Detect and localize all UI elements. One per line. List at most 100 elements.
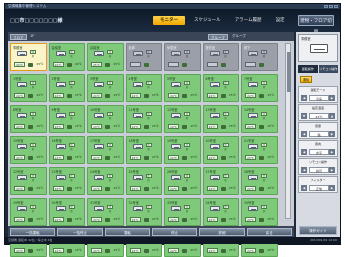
fan-prev-icon[interactable]: ◀: [301, 131, 307, 137]
unit-card[interactable]: 4号室 冷房 24℃ 25℃: [125, 74, 162, 102]
unit-card[interactable]: 3号室 冷房 24℃ 25℃: [87, 74, 124, 102]
air-conditioner-icon: [248, 113, 258, 118]
unit-card[interactable]: 21号室 冷房 24℃ 25℃: [241, 136, 278, 164]
air-conditioner-icon: [171, 51, 181, 56]
tab-schedule[interactable]: スケジュール: [189, 16, 226, 25]
tab-operation[interactable]: 運転操作: [298, 65, 318, 73]
unit-card[interactable]: 29号室 冷房 24℃ 25℃: [10, 198, 47, 226]
floor-button[interactable]: フロア: [10, 33, 27, 40]
unit-card[interactable]: 19号室 冷房 24℃ 25℃: [164, 136, 201, 164]
unit-card[interactable]: 26号室 冷房 24℃ 25℃: [164, 167, 201, 195]
air-conditioner-icon: [209, 144, 220, 149]
unit-card[interactable]: 更衣室 冷房: [202, 43, 239, 71]
unit-card[interactable]: 会議室 冷房 24℃ 26℃: [48, 43, 85, 71]
status-clock: 2013/01/01 12:00: [310, 238, 337, 242]
setpoint-badge: 24℃: [14, 217, 25, 222]
minimize-icon[interactable]: [324, 5, 328, 8]
operation-guide-button[interactable]: 操作ガイド: [299, 226, 337, 235]
louver-next-icon[interactable]: ▶: [329, 149, 335, 155]
unit-card[interactable]: 34号室 冷房 24℃ 25℃: [202, 198, 239, 226]
unit-card[interactable]: 13号室 冷房 24℃ 25℃: [202, 105, 239, 133]
fan-next-icon[interactable]: ▶: [329, 131, 335, 137]
setpoint-down-icon[interactable]: ▼: [301, 113, 307, 119]
mode-next-icon[interactable]: ▶: [329, 95, 335, 101]
unit-card[interactable]: 6号室 冷房 24℃ 25℃: [202, 74, 239, 102]
unit-card[interactable]: 11号室 冷房 24℃ 25℃: [125, 105, 162, 133]
status-bar: 空調機 運転中 42台 / 停止中 4台 2013/01/01 12:00: [5, 237, 340, 244]
unit-card[interactable]: 事務室 冷房 24℃ 25℃: [10, 43, 47, 71]
setpoint-badge: 24℃: [91, 217, 102, 222]
unit-card[interactable]: 12号室 冷房 24℃ 25℃: [164, 105, 201, 133]
fan-icon: [259, 63, 264, 67]
remote-next-icon[interactable]: ▶: [329, 167, 335, 173]
grid-scrollbar[interactable]: [285, 43, 291, 219]
unit-card[interactable]: 応接室 冷房 25℃ 25℃: [87, 43, 124, 71]
unit-card[interactable]: 17号室 冷房 24℃ 25℃: [87, 136, 124, 164]
unit-card[interactable]: 33号室 冷房 24℃ 25℃: [164, 198, 201, 226]
louver-prev-icon[interactable]: ◀: [301, 149, 307, 155]
unit-card[interactable]: 2号室 冷房 24℃ 25℃: [48, 74, 85, 102]
unit-card[interactable]: 25号室 冷房 24℃ 25℃: [125, 167, 162, 195]
unit-card[interactable]: 18号室 冷房 24℃ 25℃: [125, 136, 162, 164]
room-temp: 25℃: [190, 217, 198, 221]
fan-control: 風量 ◀ 強 ▶: [298, 122, 338, 139]
unit-card[interactable]: 30号室 冷房 24℃ 25℃: [48, 198, 85, 226]
unit-card[interactable]: 15号室 冷房 24℃ 25℃: [10, 136, 47, 164]
main-tabs: モニター スケジュール アラーム履歴 設定: [153, 16, 290, 25]
mode-badge: 冷房: [107, 50, 113, 58]
unit-card[interactable]: 8号室 冷房 24℃ 25℃: [10, 105, 47, 133]
filter-prev-icon[interactable]: ◀: [301, 185, 307, 191]
setpoint-label: 設定温度: [311, 106, 324, 110]
room-temp: 26℃: [74, 62, 82, 66]
scrollbar-thumb[interactable]: [286, 52, 291, 92]
unit-name: 25号室: [128, 170, 139, 174]
unit-card[interactable]: 22号室 冷房 24℃ 25℃: [10, 167, 47, 195]
all-off-button[interactable]: 一括停止: [57, 228, 103, 236]
tab-monitor[interactable]: モニター: [153, 16, 185, 25]
tab-remote[interactable]: リモコン操作: [318, 65, 338, 73]
unit-card[interactable]: 5号室 冷房 24℃ 25℃: [164, 74, 201, 102]
unit-card[interactable]: 24号室 冷房 24℃ 25℃: [87, 167, 124, 195]
unit-name: 5号室: [167, 77, 176, 81]
unit-card[interactable]: 23号室 冷房 24℃ 25℃: [48, 167, 85, 195]
unit-card[interactable]: 32号室 冷房 24℃ 25℃: [125, 198, 162, 226]
tab-alarm-history[interactable]: アラーム履歴: [230, 16, 267, 25]
filter-next-icon[interactable]: ▶: [329, 185, 335, 191]
unit-card[interactable]: 35号室 冷房 24℃ 25℃: [241, 198, 278, 226]
room-temp: 25℃: [36, 186, 44, 190]
mode-badge: 冷房: [145, 50, 152, 58]
back-button[interactable]: 戻る: [246, 228, 292, 236]
unit-card[interactable]: 廊下 冷房: [241, 43, 278, 71]
maximize-icon[interactable]: [329, 5, 333, 8]
unit-card[interactable]: 20号室 冷房 24℃ 25℃: [202, 136, 239, 164]
detail-button[interactable]: 詳細: [199, 228, 245, 236]
power-on-button[interactable]: 運転: [300, 76, 312, 83]
unit-card[interactable]: 1号室 冷房 24℃ 25℃: [10, 74, 47, 102]
room-temp: 25℃: [113, 93, 121, 97]
unit-card[interactable]: 9号室 冷房 24℃ 25℃: [48, 105, 85, 133]
unit-card[interactable]: 倉庫 冷房: [125, 43, 162, 71]
setpoint-up-icon[interactable]: ▲: [329, 113, 335, 119]
setpoint-badge: 24℃: [91, 155, 102, 160]
room-temp: 25℃: [190, 186, 198, 190]
unit-card[interactable]: 休憩室 冷房: [164, 43, 201, 71]
unit-card[interactable]: 27号室 冷房 24℃ 25℃: [202, 167, 239, 195]
unit-card[interactable]: 31号室 冷房 24℃ 25℃: [87, 198, 124, 226]
group-button[interactable]: グループ: [208, 33, 228, 40]
unit-card[interactable]: 16号室 冷房 24℃ 25℃: [48, 136, 85, 164]
unit-card[interactable]: 7号室 冷房 24℃ 25℃: [241, 74, 278, 102]
unit-card[interactable]: 28号室 冷房 24℃ 25℃: [241, 167, 278, 195]
setpoint-badge: 24℃: [206, 155, 218, 160]
tab-settings[interactable]: 設定: [271, 16, 290, 25]
mode-prev-icon[interactable]: ◀: [301, 95, 307, 101]
group-label: グループ: [232, 34, 246, 38]
all-on-button[interactable]: 一括運転: [10, 228, 56, 236]
unit-card[interactable]: 14号室 冷房 24℃ 25℃: [241, 105, 278, 133]
stop-button[interactable]: 停止: [151, 228, 198, 236]
remote-prev-icon[interactable]: ◀: [301, 167, 307, 173]
building-switch-button[interactable]: 建物・フロア切替: [298, 15, 334, 35]
close-icon[interactable]: [334, 5, 338, 8]
setpoint-badge: 24℃: [245, 93, 256, 98]
unit-card[interactable]: 10号室 冷房 24℃ 25℃: [87, 105, 124, 133]
run-button[interactable]: 運転: [104, 228, 150, 236]
